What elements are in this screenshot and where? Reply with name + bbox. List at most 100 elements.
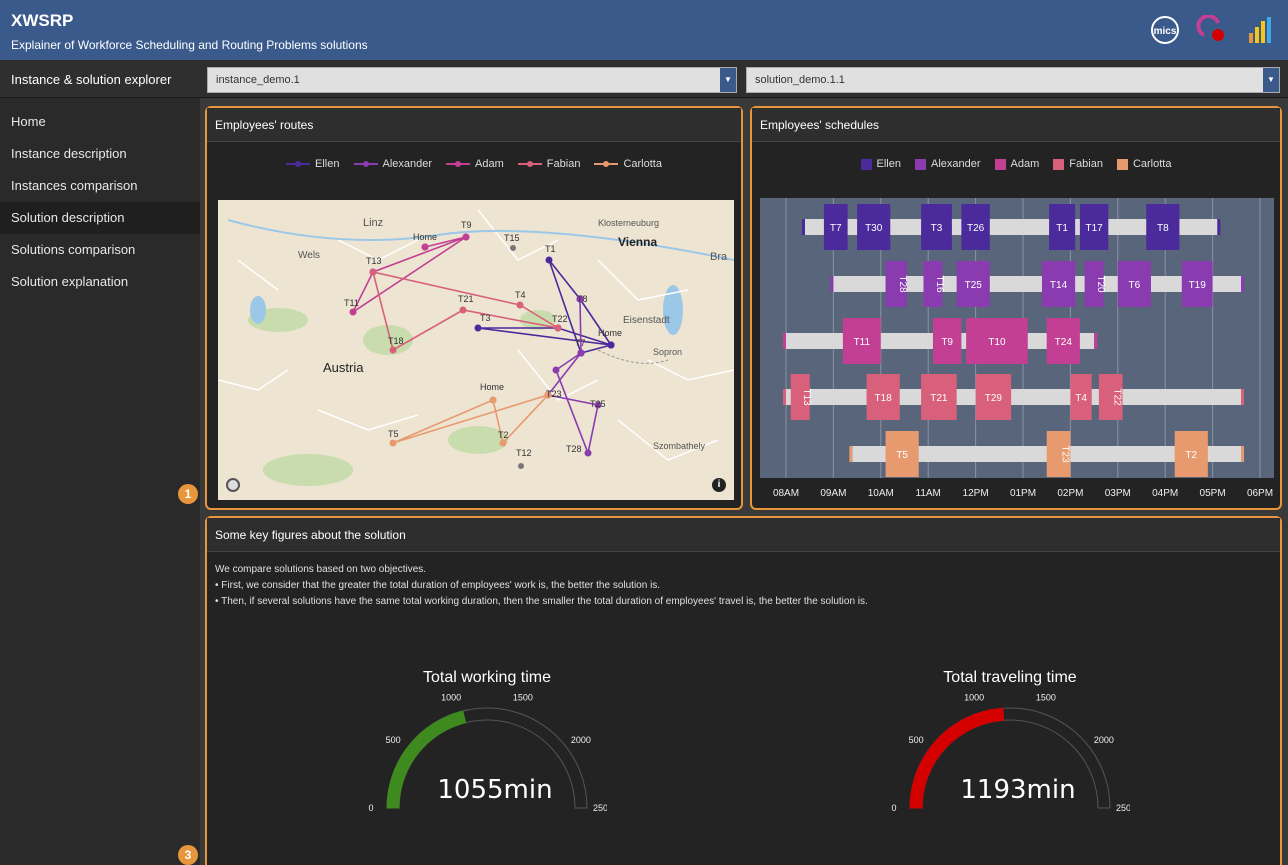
- sidebar-item-solution-explanation[interactable]: Solution explanation: [0, 266, 200, 298]
- legend-label: Fabian: [546, 158, 581, 170]
- info-icon[interactable]: i: [712, 478, 726, 492]
- route-stop: [577, 349, 585, 357]
- sidebar: Home Instance description Instances comp…: [0, 98, 200, 865]
- task-bar-label: T26: [967, 223, 985, 234]
- legend-label: Carlotta: [1132, 158, 1172, 170]
- route-stop: [518, 463, 524, 469]
- legend-item[interactable]: Ellen: [860, 158, 901, 170]
- task-bar-label: T4: [1075, 393, 1087, 404]
- task-label: T11: [344, 298, 359, 308]
- time-tick-label: 01PM: [1010, 488, 1036, 499]
- home-label: Home: [598, 328, 622, 338]
- svg-text:mics: mics: [1154, 26, 1177, 37]
- legend-swatch: [994, 158, 1006, 170]
- legend-item[interactable]: Alexander: [353, 158, 432, 170]
- routes-panel: Employees' routes Ellen Alexander Adam Fabi…: [205, 106, 743, 510]
- schedule-start-marker: [783, 333, 786, 349]
- task-label: T9: [461, 220, 472, 230]
- gauge-value: 1055min: [437, 775, 552, 805]
- legend-label: Carlotta: [623, 158, 662, 170]
- task-bar-label: T21: [930, 393, 948, 404]
- legend-item[interactable]: Fabian: [517, 158, 581, 170]
- legend-swatch: [1116, 158, 1128, 170]
- route-stop: [389, 346, 397, 354]
- legend-item[interactable]: Adam: [994, 158, 1039, 170]
- legend-item[interactable]: Adam: [446, 158, 504, 170]
- city-label: Bra: [710, 251, 728, 263]
- gauge-tick: 500: [909, 735, 924, 745]
- route-stop: [421, 243, 429, 251]
- city-label: Klosterneuburg: [598, 218, 659, 228]
- chart-logo[interactable]: [1244, 14, 1278, 46]
- legend-swatch: [860, 158, 872, 170]
- sidebar-item-solution-description[interactable]: Solution description: [0, 202, 200, 234]
- task-label: T8: [577, 294, 588, 304]
- instance-select[interactable]: instance_demo.1 ▼: [207, 67, 737, 93]
- sidebar-item-solutions-comparison[interactable]: Solutions comparison: [0, 234, 200, 266]
- task-label: T25: [590, 399, 606, 409]
- task-label: T5: [388, 429, 399, 439]
- task-label: T7: [575, 338, 586, 348]
- task-bar-label: T7: [830, 223, 842, 234]
- task-label: T13: [366, 256, 382, 266]
- task-label: T3: [480, 313, 491, 323]
- sidebar-item-instance-description[interactable]: Instance description: [0, 138, 200, 170]
- legend-swatch: [446, 161, 471, 167]
- task-label: T15: [504, 233, 520, 243]
- mics-logo[interactable]: mics: [1148, 14, 1182, 46]
- route-stop: [474, 324, 482, 332]
- task-bar-label: T18: [875, 393, 893, 404]
- gantt-chart[interactable]: 08AM 09AM 10AM 11AM 12PM 01PM 02PM 03PM 04PM 05PM…: [760, 198, 1274, 506]
- legend-swatch: [915, 158, 926, 170]
- schedule-end-marker: [1241, 446, 1245, 462]
- legend-item[interactable]: Carlotta: [594, 158, 662, 170]
- app-subtitle: Explainer of Workforce Scheduling and Ro…: [11, 38, 368, 52]
- legend-item[interactable]: Alexander: [915, 158, 981, 170]
- country-label: Austria: [323, 360, 364, 375]
- solution-select-value: solution_demo.1.1: [755, 74, 845, 86]
- time-tick-label: 02PM: [1057, 488, 1083, 499]
- legend-item[interactable]: Carlotta: [1116, 158, 1172, 170]
- schedule-end-marker: [1241, 276, 1245, 292]
- legend-label: Ellen: [315, 158, 340, 170]
- chevron-down-icon[interactable]: ▼: [1263, 68, 1279, 92]
- route-map[interactable]: Linz Wels Klosterneuburg Vienna Bra Eisenstad…: [218, 200, 734, 500]
- task-bar-label: T22: [1112, 388, 1123, 406]
- task-bar-label: T2: [1185, 450, 1197, 461]
- task-label: T1: [545, 244, 556, 254]
- explorer-title: Instance & solution explorer: [11, 72, 172, 87]
- schedule-start-marker: [783, 389, 786, 405]
- chevron-down-icon[interactable]: ▼: [720, 68, 736, 92]
- task-bar-label: T20: [1095, 275, 1106, 293]
- route-stop: [510, 245, 516, 251]
- gauge-tick: 2500: [1116, 803, 1130, 813]
- task-bar-label: T9: [941, 337, 953, 348]
- legend-swatch: [1053, 158, 1065, 170]
- task-label: T18: [388, 336, 404, 346]
- city-label: Eisenstadt: [623, 315, 670, 326]
- legend-label: Ellen: [876, 158, 901, 170]
- gauge-tick: 2000: [571, 735, 591, 745]
- schedule-track: [786, 389, 1242, 405]
- traveling-time-gauge: Total traveling time 0 500 1000 1500 2000 2500…: [890, 658, 1136, 818]
- route-stop: [389, 439, 397, 447]
- city-label: Szombathely: [653, 441, 706, 451]
- route-stop: [349, 308, 357, 316]
- task-bar-label: T13: [801, 388, 812, 406]
- map-credit-icon[interactable]: [226, 478, 240, 492]
- route-stop: [607, 341, 615, 349]
- solution-select[interactable]: solution_demo.1.1 ▼: [746, 67, 1280, 93]
- route-stop: [499, 439, 507, 447]
- route-stop: [516, 301, 524, 309]
- gauge-tick: 500: [386, 735, 401, 745]
- task-bar-label: T6: [1129, 280, 1141, 291]
- sidebar-item-instances-comparison[interactable]: Instances comparison: [0, 170, 200, 202]
- legend-item[interactable]: Fabian: [1053, 158, 1103, 170]
- legend-item[interactable]: Ellen: [286, 158, 340, 170]
- lab-logo[interactable]: [1196, 14, 1230, 46]
- route-stop: [489, 396, 497, 404]
- sidebar-item-home[interactable]: Home: [0, 106, 200, 138]
- time-tick-label: 10AM: [868, 488, 894, 499]
- step-badge: 3: [178, 845, 198, 865]
- gauge-title: Total traveling time: [943, 669, 1076, 686]
